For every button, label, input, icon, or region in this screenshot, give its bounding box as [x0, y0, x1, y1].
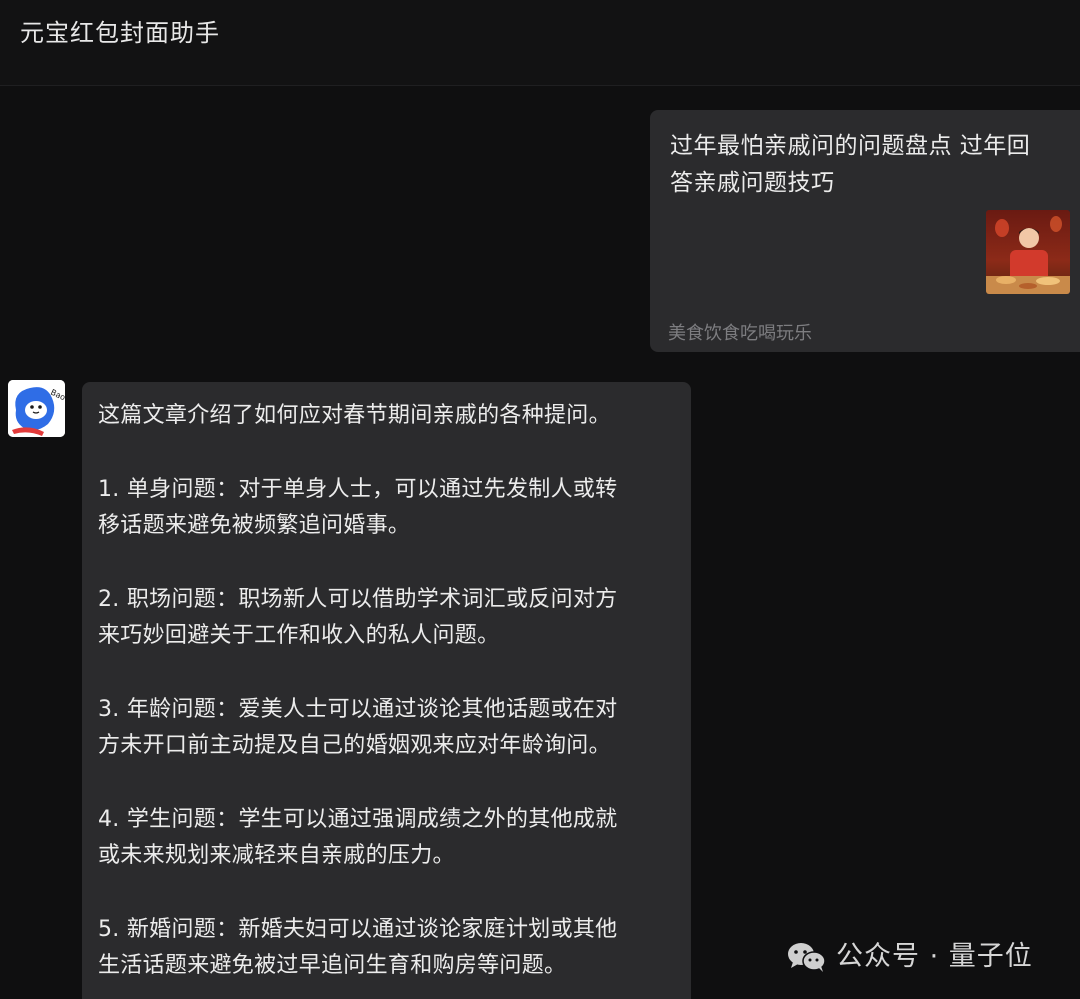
item-2-line-2: 来巧妙回避关于工作和收入的私人问题。 [98, 623, 500, 648]
shared-article-card[interactable]: 过年最怕亲戚问的问题盘点 过年回 答亲戚问题技巧 美食饮食吃喝玩乐 [650, 110, 1080, 352]
item-3-line-2: 方未开口前主动提及自己的婚姻观来应对年龄询问。 [98, 733, 611, 758]
chat-window: 元宝红包封面助手 过年最怕亲戚问的问题盘点 过年回 答亲戚问题技巧 美食饮食吃喝… [0, 0, 1080, 999]
article-thumbnail-image [986, 210, 1070, 294]
article-title-line-1: 过年最怕亲戚问的问题盘点 过年回 [670, 133, 1031, 159]
item-4-line-2: 或未来规划来减轻来自亲戚的压力。 [98, 843, 455, 868]
article-title: 过年最怕亲戚问的问题盘点 过年回 答亲戚问题技巧 [670, 128, 1055, 202]
item-1-line-2: 移话题来避免被频繁追问婚事。 [98, 513, 411, 538]
item-4-line-1: 4. 学生问题：学生可以通过强调成绩之外的其他成就 [98, 807, 618, 832]
watermark-text: 公众号 · 量子位 [836, 941, 1033, 972]
wechat-icon [788, 943, 826, 972]
assistant-message: 这篇文章介绍了如何应对春节期间亲戚的各种提问。 1. 单身问题：对于单身人士，可… [82, 382, 691, 999]
item-5-line-2: 生活话题来避免被过早追问生育和购房等问题。 [98, 953, 567, 978]
yuanbao-bao-avatar-icon: Bao [8, 380, 65, 437]
article-title-line-2: 答亲戚问题技巧 [670, 170, 835, 196]
summary-line: 这篇文章介绍了如何应对春节期间亲戚的各种提问。 [98, 403, 611, 428]
item-1-line-1: 1. 单身问题：对于单身人士，可以通过先发制人或转 [98, 477, 618, 502]
chat-title: 元宝红包封面助手 [20, 19, 220, 47]
assistant-avatar[interactable]: Bao [8, 380, 65, 437]
watermark: 公众号 · 量子位 [786, 932, 1033, 982]
article-source: 美食饮食吃喝玩乐 [668, 323, 812, 344]
chat-header: 元宝红包封面助手 [0, 0, 1080, 86]
article-thumbnail [986, 210, 1070, 294]
item-2-line-1: 2. 职场问题：职场新人可以借助学术词汇或反问对方 [98, 587, 618, 612]
item-5-line-1: 5. 新婚问题：新婚夫妇可以通过谈论家庭计划或其他 [98, 917, 618, 942]
item-3-line-1: 3. 年龄问题：爱美人士可以通过谈论其他话题或在对 [98, 697, 618, 722]
